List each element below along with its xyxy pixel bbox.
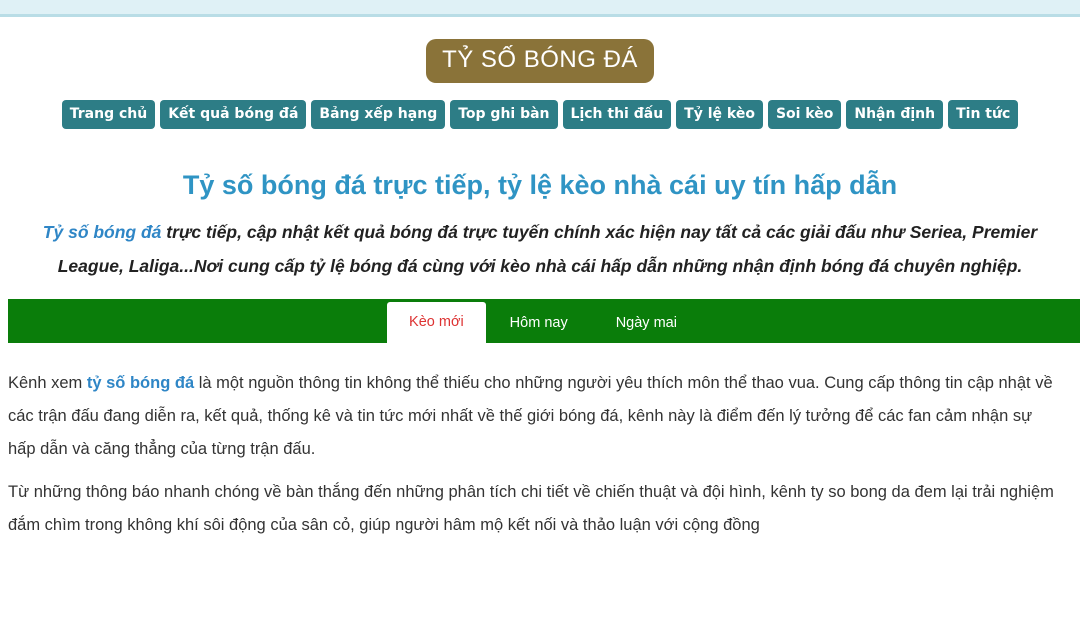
article-content: Kênh xem tỷ số bóng đá là một nguồn thôn…: [8, 367, 1058, 542]
top-bar: [0, 0, 1080, 17]
nav-item-bang-xep-hang[interactable]: Bảng xếp hạng: [311, 100, 446, 129]
main-nav: Trang chủ Kết quả bóng đá Bảng xếp hạng …: [0, 100, 1080, 129]
article-paragraph-2: Từ những thông báo nhanh chóng về bàn th…: [8, 483, 1054, 534]
article-paragraph-1: Kênh xem tỷ số bóng đá là một nguồn thôn…: [8, 367, 1058, 466]
intro-link[interactable]: Tỷ số bóng đá: [43, 222, 162, 242]
page-title: Tỷ số bóng đá trực tiếp, tỷ lệ kèo nhà c…: [182, 170, 898, 200]
nav-item-ty-le-keo[interactable]: Tỷ lệ kèo: [676, 100, 763, 129]
tab-keo-moi[interactable]: Kèo mới: [387, 302, 486, 343]
tab-ngay-mai[interactable]: Ngày mai: [592, 314, 701, 343]
nav-item-tin-tuc[interactable]: Tin tức: [948, 100, 1019, 129]
p1-keyword-link[interactable]: tỷ số bóng đá: [87, 374, 194, 392]
tab-hom-nay[interactable]: Hôm nay: [486, 314, 592, 343]
intro-text: trực tiếp, cập nhật kết quả bóng đá trực…: [57, 222, 1038, 276]
intro-paragraph: Tỷ số bóng đá trực tiếp, cập nhật kết qu…: [12, 215, 1068, 283]
nav-item-ket-qua[interactable]: Kết quả bóng đá: [160, 100, 307, 129]
nav-item-nhan-dinh[interactable]: Nhận định: [846, 100, 944, 129]
p1-text-before: Kênh xem: [8, 374, 87, 392]
site-logo[interactable]: TỶ SỐ BÓNG ĐÁ: [426, 39, 654, 83]
odds-tabs: Kèo mới Hôm nay Ngày mai: [8, 299, 1080, 343]
nav-item-top-ghi-ban[interactable]: Top ghi bàn: [450, 100, 558, 129]
nav-item-lich-thi-dau[interactable]: Lịch thi đấu: [562, 100, 672, 129]
nav-item-soi-keo[interactable]: Soi kèo: [767, 100, 842, 129]
nav-item-trang-chu[interactable]: Trang chủ: [61, 100, 156, 129]
logo-area: TỶ SỐ BÓNG ĐÁ: [0, 39, 1080, 83]
